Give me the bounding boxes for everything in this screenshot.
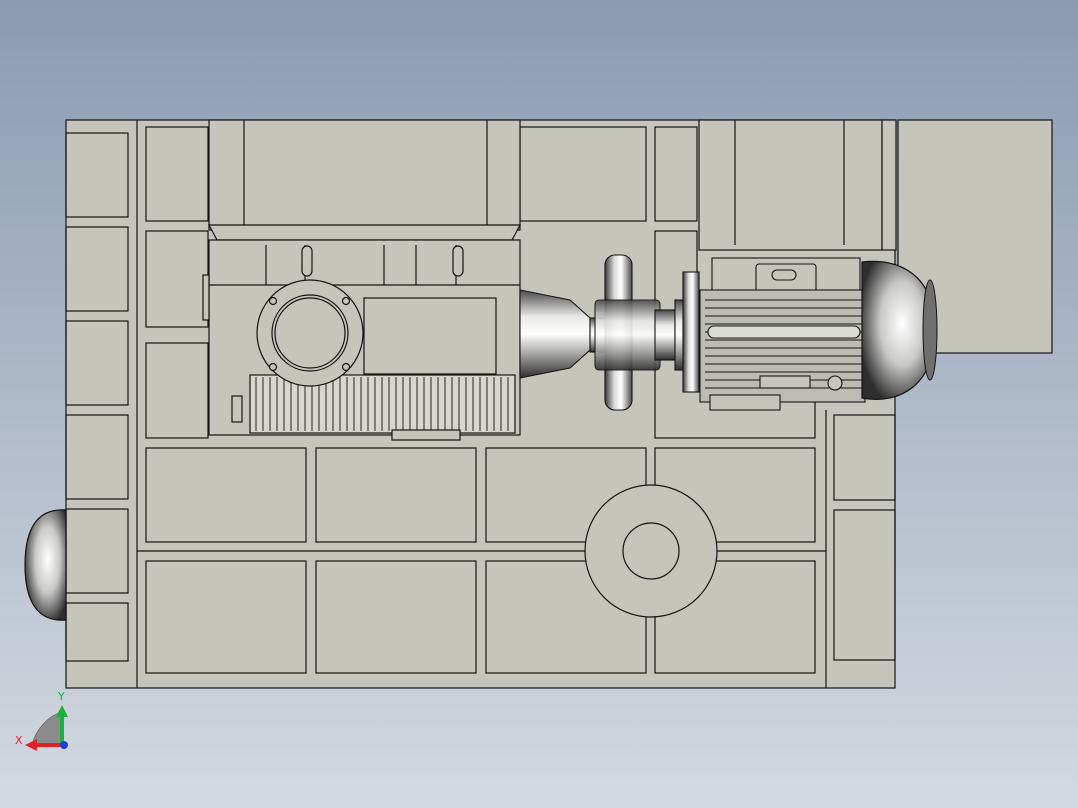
triad-y-label: Y bbox=[58, 690, 65, 703]
coupling-hub-right[interactable] bbox=[654, 309, 676, 361]
cad-model-view[interactable] bbox=[0, 0, 1078, 808]
motor-mount-plate[interactable] bbox=[698, 119, 883, 251]
gearbox-terminal-block bbox=[363, 297, 497, 375]
gearbox-cooling-fins bbox=[249, 374, 516, 434]
gearbox-top-housing[interactable] bbox=[208, 119, 521, 231]
triad-z-arrow bbox=[60, 741, 68, 749]
base-round-flange-bore bbox=[622, 522, 680, 580]
triad-x-label: X bbox=[15, 734, 23, 747]
coupling-disc[interactable] bbox=[594, 299, 661, 371]
graphics-viewport[interactable]: Y X bbox=[0, 0, 1078, 808]
